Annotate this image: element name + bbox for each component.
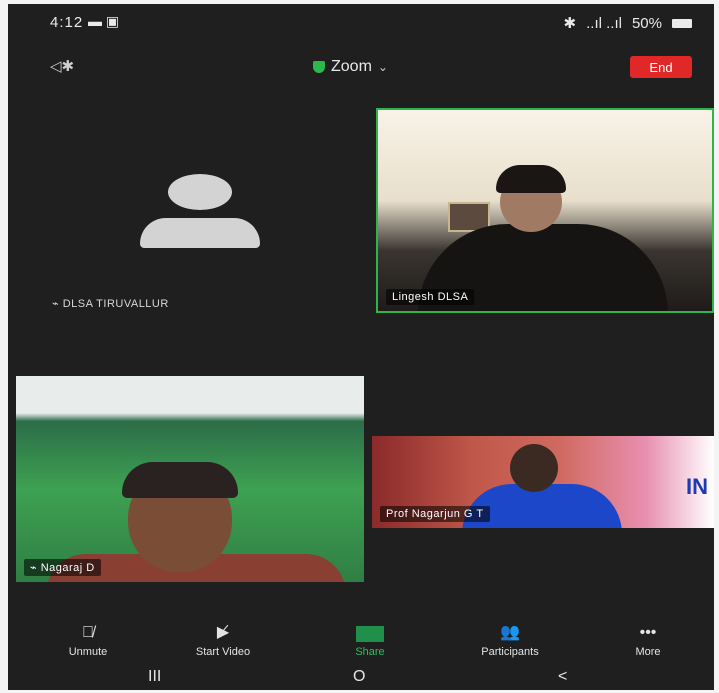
background-banner-text: IN (686, 474, 708, 499)
bluetooth-icon: ✱ (563, 15, 577, 32)
notification-icons: ▬ ▣ (88, 13, 120, 29)
battery-percent: 50% (631, 14, 662, 32)
end-meeting-button[interactable]: End (630, 56, 692, 78)
chevron-down-icon: ⌄ (377, 60, 388, 74)
meeting-toolbar: 🎙̸ Unmute ▶̸ Start Video Share 👥 Partici… (8, 624, 714, 664)
participant-name: Prof Nagarjun G T (380, 506, 490, 522)
start-video-button[interactable]: ▶̸ Start Video (173, 624, 273, 658)
signal-icon: ..ıl ..ıl (586, 14, 622, 32)
status-time: 4:12 (50, 14, 84, 31)
participants-icon: 👥 (500, 624, 520, 641)
video-person-face (510, 444, 558, 492)
unmute-button[interactable]: 🎙̸ Unmute (38, 624, 138, 658)
share-button[interactable]: Share (320, 624, 420, 658)
participants-label: Participants (481, 646, 539, 658)
avatar-body-icon (140, 218, 260, 248)
more-button[interactable]: ••• More (598, 624, 698, 658)
unmute-label: Unmute (68, 646, 108, 658)
more-label: More (635, 646, 661, 658)
back-icon[interactable]: < (558, 668, 567, 686)
meeting-title: Zoom (331, 58, 372, 75)
more-icon: ••• (639, 624, 657, 641)
zoom-meeting-screen: 4:12 ▬ ▣ ✱ ..ıl ..ıl 50% ◁✱ Zoom ⌄ End ⌁… (8, 4, 714, 690)
video-person-hair (122, 462, 238, 498)
video-off-icon: ▶̸ (216, 624, 230, 641)
participant-name: ⌁ Nagaraj D (24, 559, 101, 576)
participant-tile-video[interactable]: ⌁ Nagaraj D (16, 376, 364, 582)
android-nav-bar: III O < (8, 668, 714, 690)
shield-icon (313, 61, 325, 73)
participant-name: Lingesh DLSA (386, 289, 475, 305)
battery-icon (672, 18, 692, 28)
home-icon[interactable]: O (353, 668, 365, 686)
participants-button[interactable]: 👥 Participants (460, 624, 560, 658)
recent-apps-icon[interactable]: III (148, 668, 161, 686)
mic-muted-icon: 🎙̸ (82, 624, 94, 641)
participant-name-label: DLSA TIRUVALLUR (62, 298, 169, 310)
participant-name: ⌁ DLSA TIRUVALLUR (46, 295, 175, 312)
mic-muted-icon: ⌁ (30, 562, 41, 574)
participant-tile-avatar[interactable]: ⌁ DLSA TIRUVALLUR (28, 124, 368, 324)
status-bar: 4:12 ▬ ▣ ✱ ..ıl ..ıl 50% (8, 4, 714, 44)
avatar-head-icon (168, 174, 232, 210)
share-label: Share (355, 646, 385, 658)
participant-name-label: Nagaraj D (40, 562, 95, 574)
meeting-top-bar: ◁✱ Zoom ⌄ End (8, 52, 714, 82)
participant-tile-video[interactable]: Lingesh DLSA (376, 108, 714, 313)
speaker-bluetooth-icon[interactable]: ◁✱ (50, 57, 74, 75)
start-video-label: Start Video (195, 646, 251, 658)
video-person-hair (496, 165, 566, 193)
mic-muted-icon: ⌁ (52, 298, 63, 310)
share-icon (356, 626, 384, 642)
meeting-info-dropdown[interactable]: Zoom ⌄ (313, 58, 388, 76)
participant-tile-video[interactable]: IN Prof Nagarjun G T (372, 436, 714, 528)
